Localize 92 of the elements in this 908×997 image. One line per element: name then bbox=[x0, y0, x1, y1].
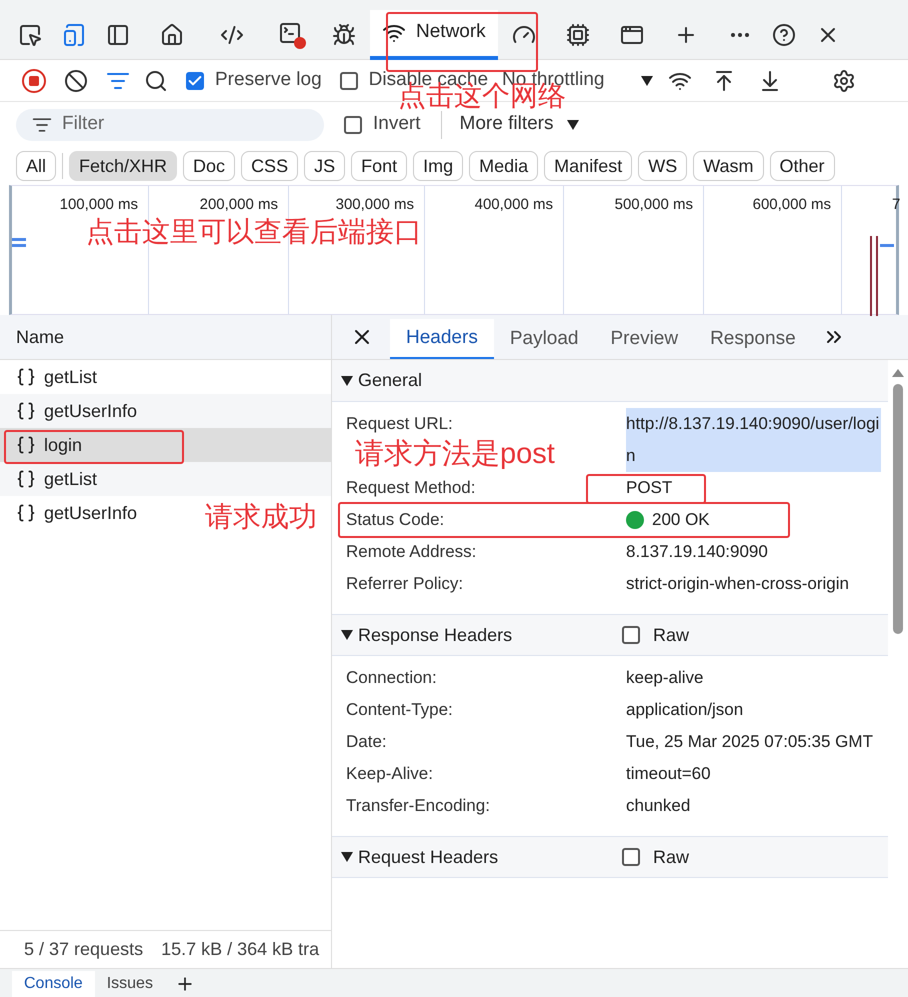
header-name: Status Code: bbox=[346, 509, 444, 531]
scrollbar-thumb[interactable] bbox=[893, 384, 903, 634]
timeline-tick-label: 300,000 ms bbox=[336, 195, 414, 215]
type-filter-chip[interactable]: Font bbox=[351, 151, 408, 181]
type-filter-chip[interactable]: Manifest bbox=[544, 151, 632, 181]
home-icon[interactable] bbox=[160, 22, 184, 46]
type-filter-chip[interactable]: CSS bbox=[241, 151, 298, 181]
braces-icon bbox=[16, 401, 36, 421]
section-header[interactable]: Response Headers bbox=[340, 622, 622, 648]
header-name: Date: bbox=[346, 731, 387, 753]
detail-tab[interactable]: Headers bbox=[390, 319, 494, 359]
panel-tab[interactable]: Network bbox=[370, 10, 498, 60]
checkbox[interactable] bbox=[340, 72, 358, 90]
section-header[interactable]: Request Headers bbox=[340, 844, 622, 870]
bug-icon[interactable] bbox=[332, 22, 356, 46]
header-value: keep-alive bbox=[626, 667, 704, 689]
header-name: Transfer-Encoding: bbox=[346, 795, 490, 817]
checkbox-label: Preserve log bbox=[215, 68, 322, 92]
timeline-tick-label: 200,000 ms bbox=[200, 195, 278, 215]
header-value: POST bbox=[626, 477, 672, 499]
header-name: Request URL: bbox=[346, 413, 453, 435]
expand-icon bbox=[340, 374, 354, 386]
search-icon[interactable] bbox=[144, 68, 168, 92]
checkbox-label: Raw bbox=[653, 846, 690, 868]
expand-icon bbox=[340, 629, 354, 641]
drawer-tab[interactable]: Issues bbox=[94, 971, 165, 997]
header-value: http://8.137.19.140:9090/user/login bbox=[626, 408, 881, 472]
drawer-tab[interactable]: Console bbox=[12, 971, 95, 997]
expand-icon bbox=[340, 851, 354, 863]
checkbox-label: Raw bbox=[653, 624, 690, 646]
checkbox[interactable] bbox=[344, 116, 362, 134]
checkbox[interactable] bbox=[186, 72, 204, 90]
checkbox[interactable] bbox=[622, 848, 640, 866]
type-filter-chip[interactable]: Doc bbox=[183, 151, 236, 181]
timeline-tick-label: 400,000 ms bbox=[474, 195, 553, 215]
filter-field[interactable]: Filter bbox=[16, 108, 324, 140]
clear-icon[interactable] bbox=[64, 68, 88, 92]
console-icon[interactable] bbox=[278, 20, 306, 48]
more-filters-button[interactable]: More filters bbox=[460, 110, 554, 139]
annotation-text: 请求方法是post bbox=[355, 440, 555, 469]
header-name: Remote Address: bbox=[346, 541, 476, 563]
braces-icon bbox=[16, 435, 36, 455]
detail-tab[interactable]: Preview bbox=[594, 319, 694, 359]
dropdown-icon bbox=[566, 118, 580, 130]
braces-icon bbox=[16, 503, 36, 523]
detail-tab[interactable]: Response bbox=[694, 319, 812, 359]
timeline-tick-label: 100,000 ms bbox=[60, 195, 138, 215]
column-header[interactable]: Name bbox=[16, 324, 64, 350]
header-value: Tue, 25 Mar 2025 07:05:35 GMT bbox=[626, 731, 873, 753]
header-value: 8.137.19.140:9090 bbox=[626, 541, 768, 563]
record-icon[interactable] bbox=[22, 68, 46, 92]
header-name: Request Method: bbox=[346, 477, 476, 499]
type-filter-chip[interactable]: Wasm bbox=[693, 151, 764, 181]
request-row[interactable]: getUserInfo bbox=[0, 394, 331, 428]
type-filter-chip[interactable]: Media bbox=[469, 151, 538, 181]
type-filter-chip[interactable]: Fetch/XHR bbox=[69, 151, 178, 181]
scroll-up-icon[interactable] bbox=[891, 368, 905, 378]
device-icon[interactable] bbox=[62, 22, 86, 46]
timeline-tick-label: 7 bbox=[892, 195, 900, 215]
type-filter-chip[interactable]: Other bbox=[770, 151, 835, 181]
type-filter-chip[interactable]: All bbox=[16, 151, 56, 181]
header-name: Content-Type: bbox=[346, 699, 453, 721]
header-value: chunked bbox=[626, 795, 690, 817]
braces-icon bbox=[16, 367, 36, 387]
header-value: timeout=60 bbox=[626, 763, 711, 785]
header-name: Connection: bbox=[346, 667, 437, 689]
request-row[interactable]: getList bbox=[0, 462, 331, 496]
help-icon[interactable] bbox=[772, 22, 796, 46]
inspect-icon[interactable] bbox=[18, 22, 42, 46]
panel-icon[interactable] bbox=[106, 22, 130, 46]
checkbox-label: Invert bbox=[373, 112, 421, 136]
detail-tab[interactable]: Payload bbox=[494, 319, 594, 359]
settings-icon[interactable] bbox=[832, 68, 856, 92]
status-text: 5 / 37 requests bbox=[24, 938, 144, 961]
header-value: strict-origin-when-cross-origin bbox=[626, 573, 849, 595]
annotation-text: 请求成功 bbox=[205, 503, 317, 531]
request-row[interactable]: login bbox=[0, 428, 331, 462]
annotation-text: 点击这里可以查看后端接口 bbox=[86, 218, 422, 246]
dropdown-icon bbox=[640, 74, 654, 86]
header-name: Keep-Alive: bbox=[346, 763, 433, 785]
type-filter-chip[interactable]: Img bbox=[413, 151, 464, 181]
header-name: Referrer Policy: bbox=[346, 573, 464, 595]
checkbox[interactable] bbox=[622, 626, 640, 644]
braces-icon bbox=[16, 469, 36, 489]
timeline-tick-label: 500,000 ms bbox=[614, 195, 693, 215]
chip-icon[interactable] bbox=[566, 22, 590, 46]
status-text: 15.7 kB / 364 kB tra bbox=[161, 938, 320, 961]
timeline-tick-label: 600,000 ms bbox=[752, 195, 831, 215]
type-filter-chip[interactable]: JS bbox=[304, 151, 346, 181]
header-value: 200 OK bbox=[652, 509, 710, 531]
header-value: application/json bbox=[626, 699, 744, 721]
type-filter-chip[interactable]: WS bbox=[638, 151, 688, 181]
